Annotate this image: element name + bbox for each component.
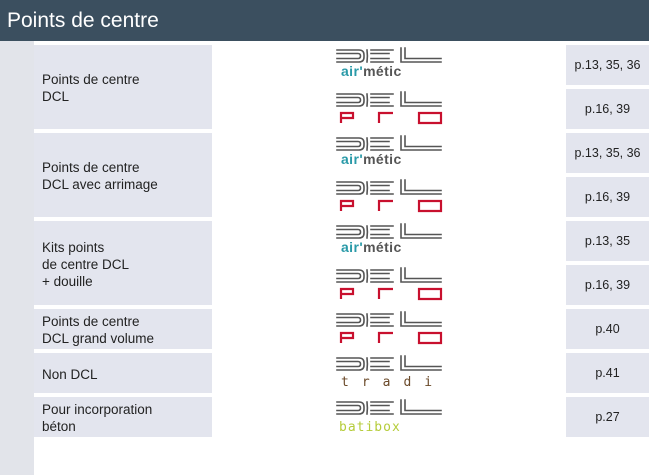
group-label-line: Points de centre (42, 72, 140, 87)
page-reference: p.40 (566, 309, 649, 349)
pro-logo-icon (333, 311, 445, 347)
product-logo-pro (216, 265, 562, 305)
tradi-logo-icon: tradi (333, 355, 445, 391)
group-label-line: Points de centre (42, 160, 140, 175)
group-label: Kits points de centre DCL + douille (34, 221, 212, 305)
product-logo-pro (216, 89, 562, 129)
batibox-logo-icon: batibox (333, 399, 445, 435)
page-reference: p.13, 35 (566, 221, 649, 261)
group-label: Points de centre DCL avec arrimage (34, 133, 212, 217)
product-logo-air-metic: air'métic (216, 133, 562, 173)
group-label-line: DCL grand volume (42, 331, 155, 346)
group-label: Points de centre DCL grand volume (34, 309, 212, 349)
product-logo-batibox: batibox (216, 397, 562, 437)
page-reference: p.13, 35, 36 (566, 133, 649, 173)
product-logo-pro (216, 309, 562, 349)
air-metic-logo-icon: air'métic (333, 135, 445, 171)
page-reference: p.16, 39 (566, 265, 649, 305)
svg-text:tradi: tradi (341, 375, 445, 390)
product-logo-pro (216, 177, 562, 217)
product-logo-air-metic: air'métic (216, 45, 562, 85)
svg-text:air'métic: air'métic (341, 239, 402, 255)
product-logo-air-metic: air'métic (216, 221, 562, 261)
svg-text:batibox: batibox (339, 420, 401, 435)
air-metic-logo-icon: air'métic (333, 223, 445, 259)
group-label-line: béton (42, 419, 76, 434)
group-label-line: Kits points (42, 239, 105, 255)
svg-text:air'métic: air'métic (341, 151, 402, 167)
svg-text:air'métic: air'métic (341, 63, 402, 79)
group-label-line: Points de centre (42, 314, 140, 329)
pro-logo-icon (333, 267, 445, 303)
page-reference: p.16, 39 (566, 177, 649, 217)
page-title: Points de centre (0, 0, 649, 41)
group-label-line: + douille (42, 273, 93, 289)
product-logo-tradi: tradi (216, 353, 562, 393)
page-reference: p.27 (566, 397, 649, 437)
pro-logo-icon (333, 91, 445, 127)
group-label: Non DCL (34, 353, 212, 393)
group-label-line: Non DCL (42, 366, 98, 382)
group-label-line: de centre DCL (42, 256, 130, 272)
group-label-line: DCL (42, 89, 70, 104)
sidebar-strip (0, 41, 34, 475)
page-reference: p.41 (566, 353, 649, 393)
pro-logo-icon (333, 179, 445, 215)
air-metic-logo-icon: air'métic (333, 47, 445, 83)
group-label: Pour incorporation béton (34, 397, 212, 437)
group-label-line: Pour incorporation (42, 402, 153, 417)
page-reference: p.16, 39 (566, 89, 649, 129)
group-label-line: DCL avec arrimage (42, 177, 158, 192)
page-reference: p.13, 35, 36 (566, 45, 649, 85)
group-label: Points de centre DCL (34, 45, 212, 129)
